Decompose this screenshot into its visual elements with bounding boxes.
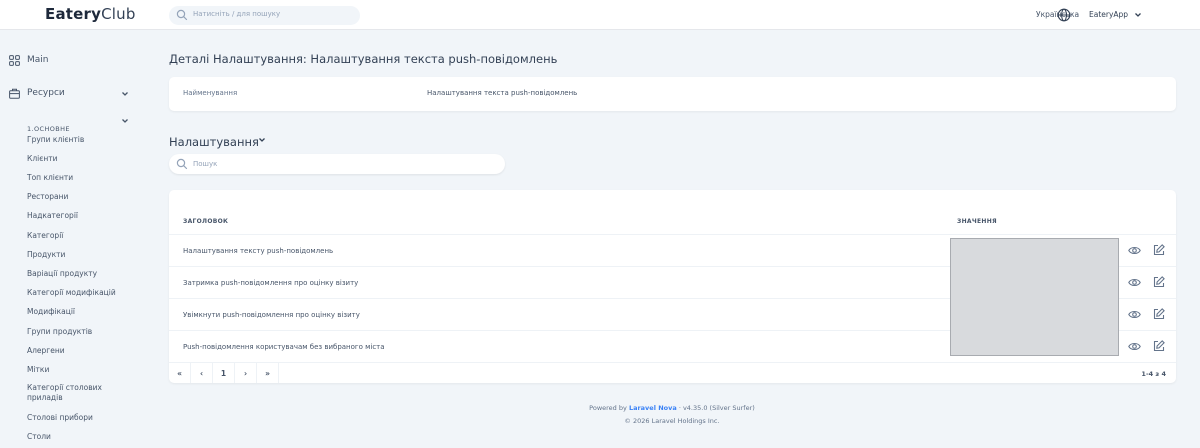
sidebar-group-label: 1.ОСНОВНЕ bbox=[27, 125, 70, 133]
global-search-placeholder: Натисніть / для пошуку bbox=[193, 10, 281, 18]
sidebar-item-top-clients[interactable]: Топ клієнти bbox=[27, 173, 132, 183]
edit-icon[interactable] bbox=[1153, 244, 1165, 256]
detail-field-label: Найменування bbox=[183, 89, 238, 97]
sidebar-item-categories[interactable]: Категорії bbox=[27, 231, 132, 241]
logo-light: Club bbox=[101, 5, 136, 23]
prev-page-button[interactable]: ‹ bbox=[191, 363, 213, 383]
value-column-placeholder bbox=[950, 238, 1119, 356]
pagination: « ‹ 1 › » 1-4 з 4 bbox=[169, 362, 1176, 383]
eye-icon[interactable] bbox=[1128, 309, 1141, 320]
logo-bold: Eatery bbox=[45, 5, 102, 23]
version-text: · v4.35.0 (Silver Surfer) bbox=[678, 404, 755, 412]
last-page-button[interactable]: » bbox=[257, 363, 279, 383]
row-title: Увімкнути push-повідомлення про оцінку в… bbox=[183, 311, 360, 319]
footer-powered-by: Powered by Laravel Nova · v4.35.0 (Silve… bbox=[0, 404, 1200, 412]
sidebar-item-clients[interactable]: Клієнти bbox=[27, 154, 132, 164]
settings-section-header[interactable]: Налаштування bbox=[169, 131, 265, 149]
eye-icon[interactable] bbox=[1128, 245, 1141, 256]
page-title: Деталі Налаштування: Налаштування текста… bbox=[169, 52, 558, 66]
eye-icon[interactable] bbox=[1128, 277, 1141, 288]
sidebar-item-product-variations[interactable]: Варіації продукту bbox=[27, 269, 132, 279]
search-icon bbox=[176, 9, 188, 21]
sidebar-item-tags[interactable]: Мітки bbox=[27, 365, 132, 375]
sidebar-item-allergens[interactable]: Алергени bbox=[27, 346, 132, 356]
sidebar-item-modifier-categories[interactable]: Категорії модифікацій bbox=[27, 288, 132, 298]
sidebar-item-restaurants[interactable]: Ресторани bbox=[27, 192, 132, 202]
sidebar-item-cutlery-categories[interactable]: Категорії столових приладів bbox=[27, 383, 132, 403]
powered-by-text: Powered by bbox=[589, 404, 627, 412]
chevron-down-icon bbox=[122, 92, 128, 96]
row-title: Затримка push-повідомлення про оцінку ві… bbox=[183, 279, 359, 287]
sidebar-item-product-groups[interactable]: Групи продуктів bbox=[27, 327, 132, 337]
edit-icon[interactable] bbox=[1153, 308, 1165, 320]
chevron-down-icon bbox=[122, 119, 128, 123]
detail-card: Найменування Налаштування текста push-по… bbox=[169, 77, 1176, 111]
row-title: Push-повідомлення користувачам без вибра… bbox=[183, 343, 385, 351]
sidebar-item-label: Main bbox=[27, 55, 49, 65]
briefcase-icon bbox=[9, 88, 20, 99]
sidebar-item-label: Ресурси bbox=[27, 88, 65, 98]
page-1-button[interactable]: 1 bbox=[213, 363, 235, 383]
sidebar-item-products[interactable]: Продукти bbox=[27, 250, 132, 260]
search-placeholder: Пошук bbox=[193, 160, 218, 168]
row-title: Налаштування тексту push-повідомлень bbox=[183, 247, 334, 255]
app-menu[interactable]: EateryApp bbox=[1089, 10, 1128, 19]
column-header-value[interactable]: ЗНАЧЕННЯ bbox=[957, 218, 997, 225]
sidebar-item-modifiers[interactable]: Модифікації bbox=[27, 307, 132, 317]
footer-copyright: © 2026 Laravel Holdings Inc. bbox=[624, 417, 720, 425]
global-search[interactable]: Натисніть / для пошуку bbox=[169, 6, 360, 25]
chevron-down-icon[interactable] bbox=[1134, 11, 1142, 19]
app-logo[interactable]: EateryClub bbox=[45, 5, 136, 23]
sidebar-group-basic[interactable]: 1.ОСНОВНЕ bbox=[27, 116, 131, 133]
sidebar-item-resources[interactable]: Ресурси bbox=[9, 87, 131, 101]
edit-icon[interactable] bbox=[1153, 340, 1165, 352]
settings-table: ЗАГОЛОВОК ЗНАЧЕННЯ Налаштування тексту p… bbox=[169, 190, 1176, 383]
sidebar-item-tables[interactable]: Столи bbox=[27, 432, 132, 442]
edit-icon[interactable] bbox=[1153, 276, 1165, 288]
next-page-button[interactable]: › bbox=[235, 363, 257, 383]
globe-icon[interactable] bbox=[1057, 8, 1071, 22]
first-page-button[interactable]: « bbox=[169, 363, 191, 383]
chevron-down-icon[interactable] bbox=[258, 136, 266, 144]
column-header-title[interactable]: ЗАГОЛОВОК bbox=[183, 218, 228, 225]
sidebar-item-supercategories[interactable]: Надкатегорії bbox=[27, 211, 132, 221]
pagination-count: 1-4 з 4 bbox=[1141, 370, 1166, 378]
nova-link[interactable]: Laravel Nova bbox=[629, 404, 677, 412]
sidebar-item-client-groups[interactable]: Групи клієнтів bbox=[27, 135, 132, 145]
top-header: EateryClub Натисніть / для пошуку Україн… bbox=[0, 0, 1200, 30]
search-icon bbox=[176, 158, 188, 170]
eye-icon[interactable] bbox=[1128, 341, 1141, 352]
section-title: Налаштування bbox=[169, 135, 259, 149]
settings-search-input[interactable]: Пошук bbox=[169, 154, 505, 174]
grid-icon bbox=[9, 55, 20, 66]
detail-field-value: Налаштування текста push-повідомлень bbox=[427, 89, 578, 97]
